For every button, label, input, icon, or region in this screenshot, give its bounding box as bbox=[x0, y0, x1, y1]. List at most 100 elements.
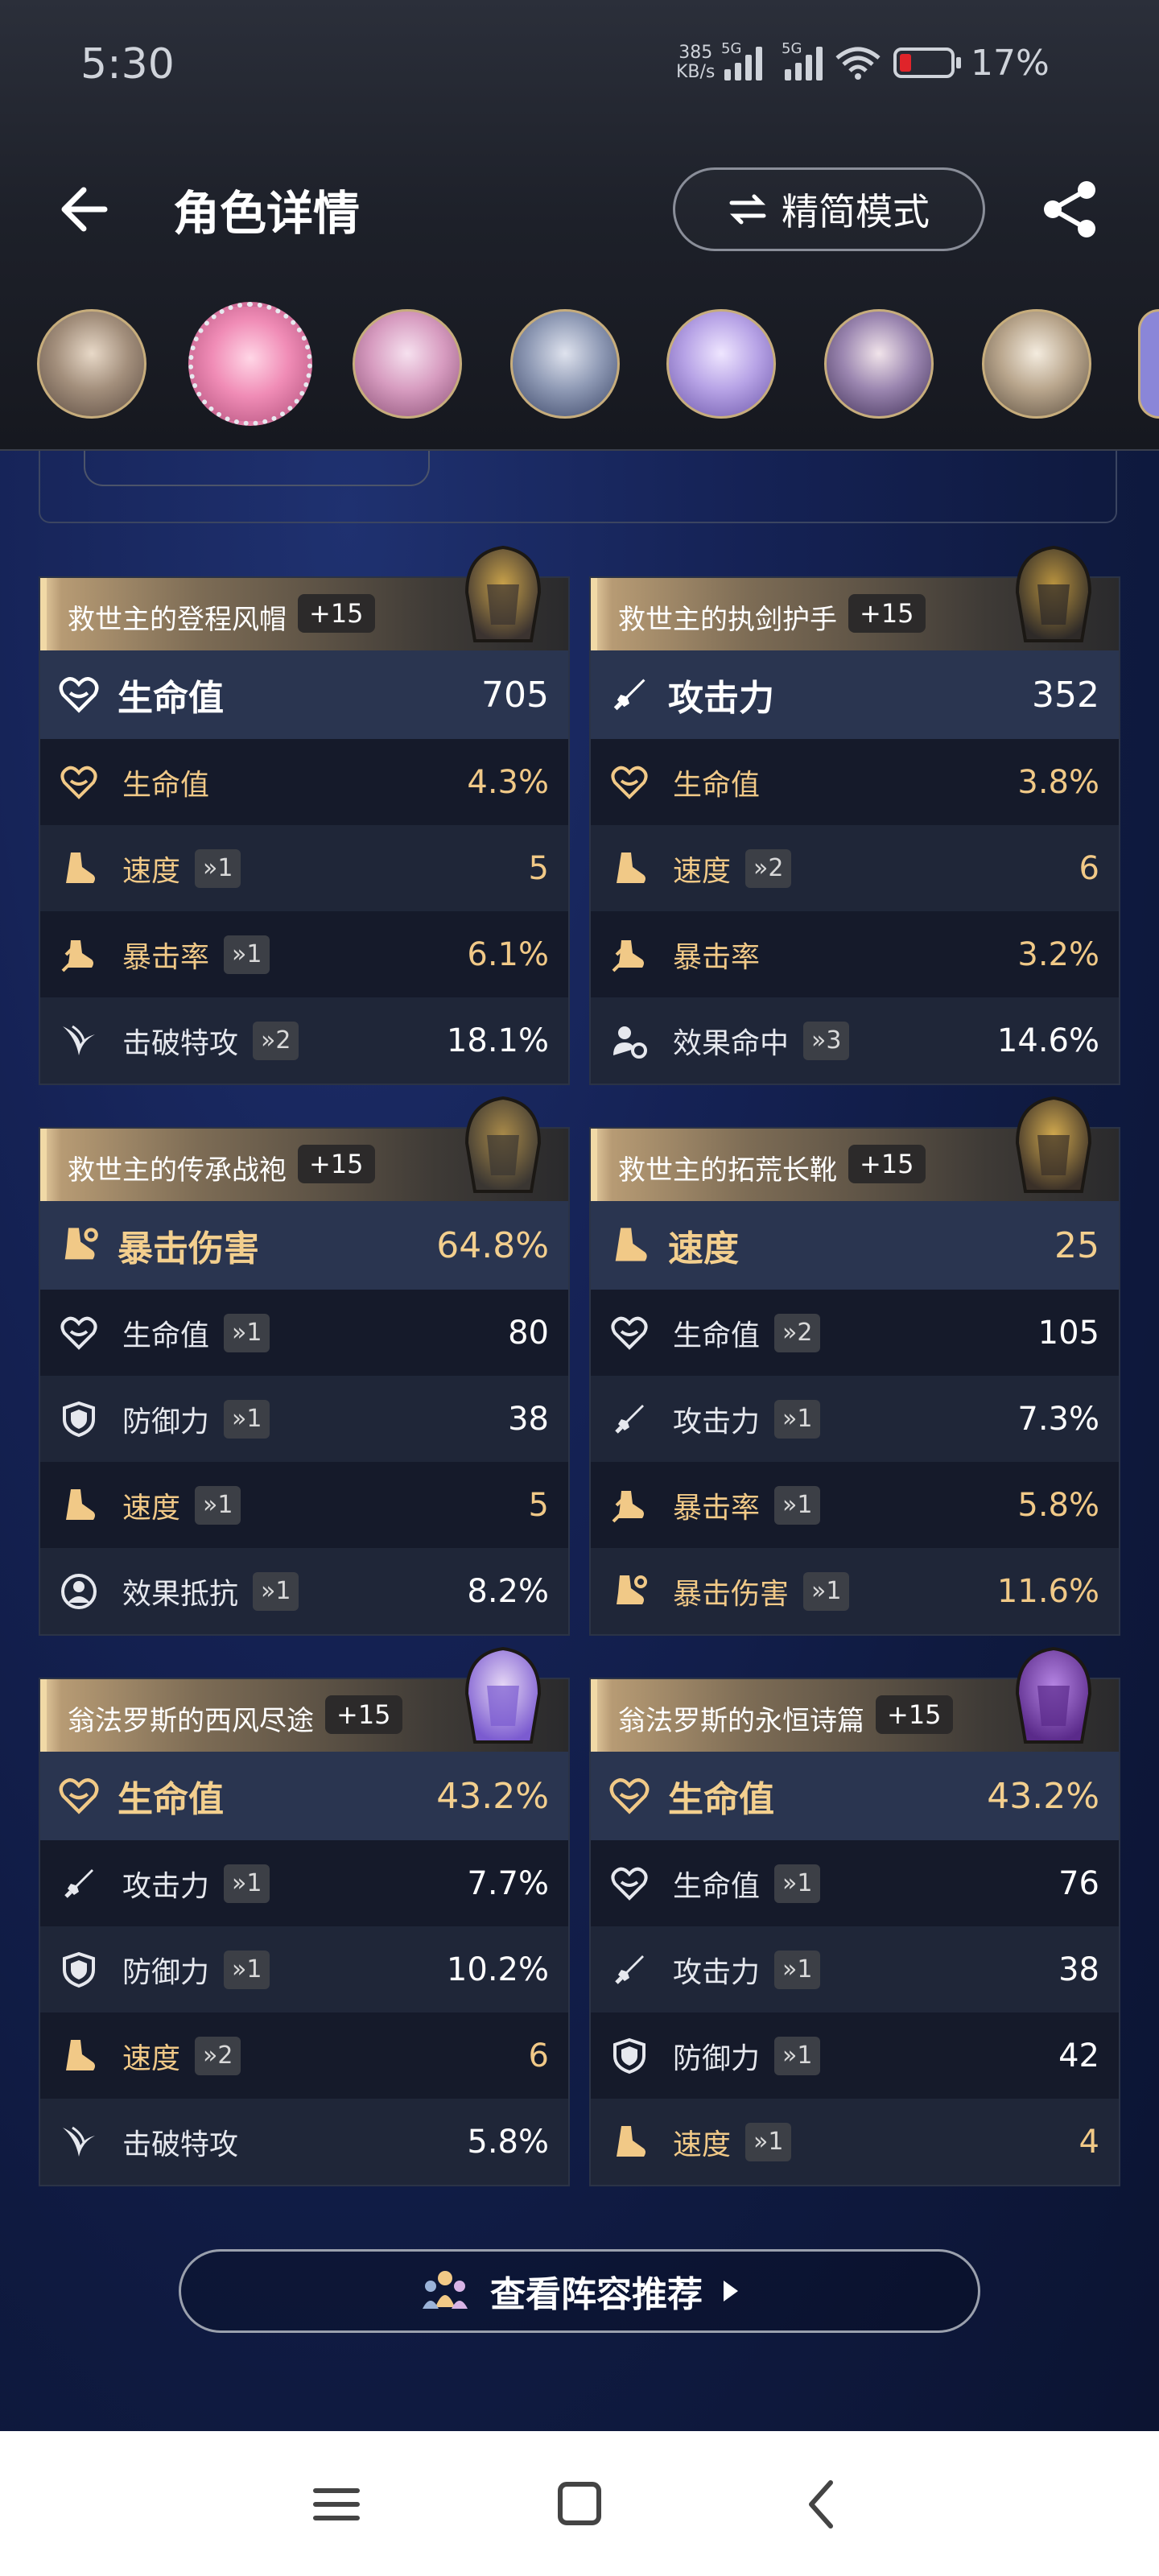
sub-stat-value: 38 bbox=[508, 1400, 549, 1438]
relic-sub-stat: 击破特攻 »2 18.1% bbox=[40, 997, 568, 1084]
sub-stat-value: 14.6% bbox=[996, 1022, 1099, 1059]
relic-card[interactable]: 救世主的执剑护手 +15 攻击力 352 生命值 3.8% 速度 »2 6 暴击… bbox=[589, 545, 1120, 1085]
sub-stat-name: 暴击率 bbox=[673, 940, 761, 974]
heart-icon bbox=[610, 763, 649, 802]
crit-icon bbox=[60, 935, 98, 974]
character-avatar[interactable] bbox=[510, 309, 620, 419]
relic-card[interactable]: 救世主的拓荒长靴 +15 速度 25 生命值 »2 105 攻击力 »1 7.3… bbox=[589, 1096, 1120, 1636]
relic-header: 救世主的拓荒长靴 +15 bbox=[591, 1096, 1119, 1201]
relic-sub-stat: 速度 »2 6 bbox=[40, 2013, 568, 2099]
roll-count-badge: »2 bbox=[774, 1313, 821, 1352]
relic-sub-stat: 防御力 »1 10.2% bbox=[40, 1926, 568, 2013]
relic-sub-stat: 攻击力 »1 7.7% bbox=[40, 1840, 568, 1926]
sub-stat-name: 攻击力 bbox=[673, 1405, 761, 1439]
main-stat-value: 64.8% bbox=[436, 1224, 549, 1266]
sword-icon bbox=[608, 674, 650, 716]
relic-main-stat: 速度 25 bbox=[591, 1201, 1119, 1290]
relic-level-badge: +15 bbox=[848, 1145, 926, 1183]
relic-level-badge: +15 bbox=[325, 1695, 402, 1734]
relic-image-icon bbox=[1015, 545, 1092, 642]
heart-icon bbox=[610, 1314, 649, 1352]
boot-icon bbox=[60, 2037, 98, 2075]
sub-stat-name: 防御力 bbox=[122, 1955, 210, 1989]
character-avatar[interactable] bbox=[37, 309, 146, 419]
character-avatar[interactable] bbox=[666, 309, 776, 419]
roll-count-badge: »1 bbox=[195, 848, 241, 888]
roll-count-badge: »1 bbox=[253, 1571, 299, 1611]
relic-image-icon bbox=[464, 545, 542, 642]
relic-level-badge: +15 bbox=[876, 1695, 953, 1734]
relic-sub-stat: 速度 »1 4 bbox=[591, 2099, 1119, 2185]
sub-stat-value: 5.8% bbox=[467, 2123, 549, 2161]
main-stat-value: 25 bbox=[1054, 1224, 1099, 1266]
shield-icon bbox=[60, 1400, 98, 1439]
relic-card[interactable]: 救世主的登程风帽 +15 生命值 705 生命值 4.3% 速度 »1 5 暴击… bbox=[39, 545, 570, 1085]
roll-count-badge: »1 bbox=[745, 2122, 792, 2161]
home-square-icon[interactable] bbox=[547, 2476, 612, 2533]
sub-stat-value: 18.1% bbox=[446, 1022, 549, 1059]
view-team-recommendation-button[interactable]: 查看阵容推荐 bbox=[179, 2249, 980, 2333]
relic-header: 翁法罗斯的永恒诗篇 +15 bbox=[591, 1646, 1119, 1752]
relic-sub-stat: 生命值 4.3% bbox=[40, 739, 568, 825]
roll-count-badge: »1 bbox=[774, 1864, 821, 1903]
boot-icon bbox=[610, 2123, 649, 2161]
sub-stat-value: 42 bbox=[1058, 2037, 1099, 2074]
sub-stat-name: 速度 bbox=[673, 854, 732, 888]
break-icon bbox=[60, 2123, 98, 2161]
relic-main-stat: 生命值 43.2% bbox=[591, 1752, 1119, 1840]
sub-stat-value: 4.3% bbox=[467, 763, 549, 801]
sword-icon bbox=[610, 1951, 649, 1989]
crit-dmg-icon bbox=[610, 1572, 649, 1611]
back-chevron-icon[interactable] bbox=[790, 2476, 855, 2533]
relic-card[interactable]: 翁法罗斯的永恒诗篇 +15 生命值 43.2% 生命值 »1 76 攻击力 »1… bbox=[589, 1646, 1120, 2186]
roll-count-badge: »1 bbox=[195, 1485, 241, 1525]
character-avatar[interactable] bbox=[982, 309, 1091, 419]
relic-name: 翁法罗斯的西风尽途 bbox=[68, 1705, 314, 1737]
relic-sub-stat: 攻击力 »1 38 bbox=[591, 1926, 1119, 2013]
sub-stat-name: 防御力 bbox=[122, 1405, 210, 1439]
roll-count-badge: »1 bbox=[224, 1313, 270, 1352]
relic-sub-stat: 暴击率 3.2% bbox=[591, 911, 1119, 997]
main-stat-value: 705 bbox=[481, 674, 549, 716]
sub-stat-name: 生命值 bbox=[122, 1319, 210, 1352]
relic-image-icon bbox=[1015, 1096, 1092, 1193]
sub-stat-value: 38 bbox=[1058, 1951, 1099, 1988]
relic-card[interactable]: 救世主的传承战袍 +15 暴击伤害 64.8% 生命值 »1 80 防御力 »1… bbox=[39, 1096, 570, 1636]
character-avatar[interactable] bbox=[353, 309, 462, 419]
sub-stat-value: 4 bbox=[1079, 2123, 1099, 2161]
status-time: 5:30 bbox=[80, 40, 175, 89]
sub-stat-name: 击破特攻 bbox=[122, 1026, 239, 1060]
character-avatar[interactable] bbox=[824, 309, 934, 419]
roll-count-badge: »2 bbox=[745, 848, 792, 888]
shield-icon bbox=[610, 2037, 649, 2075]
sword-icon bbox=[60, 1864, 98, 1903]
sub-stat-value: 3.8% bbox=[1017, 763, 1099, 801]
sub-stat-name: 效果命中 bbox=[673, 1026, 790, 1060]
share-icon[interactable] bbox=[1038, 177, 1103, 242]
sub-stat-value: 11.6% bbox=[996, 1572, 1099, 1610]
roll-count-badge: »2 bbox=[253, 1021, 299, 1060]
relic-image-icon bbox=[1015, 1646, 1092, 1744]
character-avatar[interactable] bbox=[1138, 309, 1159, 419]
relic-name: 救世主的登程风帽 bbox=[68, 604, 287, 636]
sub-stat-name: 生命值 bbox=[122, 768, 210, 802]
back-arrow-icon[interactable] bbox=[56, 177, 121, 242]
menu-icon[interactable] bbox=[304, 2476, 369, 2533]
relic-sub-stat: 生命值 »1 76 bbox=[591, 1840, 1119, 1926]
boot-icon bbox=[60, 849, 98, 888]
relic-sub-stat: 生命值 »1 80 bbox=[40, 1290, 568, 1376]
sub-stat-value: 6.1% bbox=[467, 935, 549, 973]
character-avatar-selected[interactable] bbox=[188, 302, 312, 426]
relic-card[interactable]: 翁法罗斯的西风尽途 +15 生命值 43.2% 攻击力 »1 7.7% 防御力 bbox=[39, 1646, 570, 2186]
main-stat-name: 暴击伤害 bbox=[118, 1228, 259, 1269]
sub-stat-value: 5.8% bbox=[1017, 1486, 1099, 1524]
sub-stat-value: 105 bbox=[1037, 1314, 1099, 1352]
sub-stat-name: 防御力 bbox=[673, 2041, 761, 2075]
roll-count-badge: »1 bbox=[774, 1950, 821, 1989]
sub-stat-list: 生命值 3.8% 速度 »2 6 暴击率 3.2% 效果命中 »3 14.6% bbox=[591, 739, 1119, 1084]
relic-sub-stat: 防御力 »1 38 bbox=[40, 1376, 568, 1462]
sub-stat-value: 6 bbox=[1079, 849, 1099, 887]
simple-mode-button[interactable]: 精简模式 bbox=[673, 167, 985, 251]
roll-count-badge: »1 bbox=[224, 1864, 270, 1903]
relic-main-stat: 生命值 705 bbox=[40, 650, 568, 739]
